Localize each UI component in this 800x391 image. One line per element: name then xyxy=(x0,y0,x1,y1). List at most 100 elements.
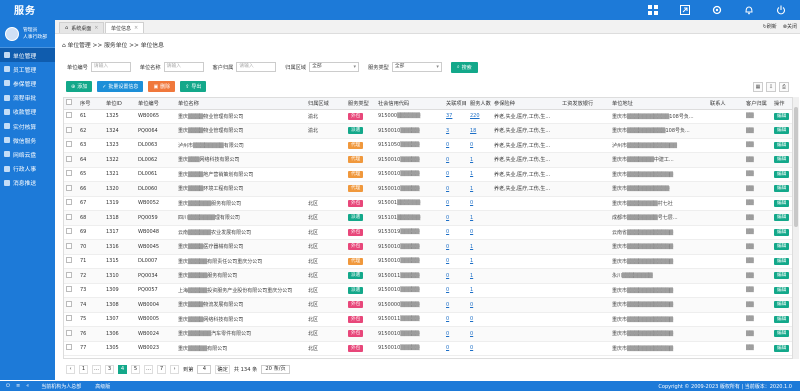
row-checkbox[interactable] xyxy=(66,213,72,220)
menu-icon[interactable]: ≡ xyxy=(16,383,20,389)
row-checkbox[interactable] xyxy=(66,329,72,336)
row-checkbox-cell[interactable] xyxy=(64,239,78,255)
next-page-button[interactable]: › xyxy=(170,364,179,374)
row-checkbox-cell[interactable] xyxy=(64,196,78,211)
table-row[interactable]: 75 1307 WB0005 重庆▒▒▒▒网络科技有限公司 北区 外包 9150011▒▒▒… xyxy=(64,312,792,327)
table-row[interactable]: 61 1325 WB0065 重庆▒▒▒▒物业管理有限公司 渝北 外包 915000▒▒▒▒… xyxy=(64,109,792,124)
row-checkbox[interactable] xyxy=(66,112,72,119)
linked-projects-link[interactable]: 0 xyxy=(446,229,449,235)
row-checkbox-cell[interactable] xyxy=(64,312,78,327)
page-button[interactable]: 1 xyxy=(79,364,88,374)
page-button-current[interactable]: 4 xyxy=(118,364,127,374)
service-count-link[interactable]: 1 xyxy=(470,244,473,250)
table-row[interactable]: 71 1315 DL0007 重庆▒▒▒▒▒有限责任公司重庆分公司 北区 代理 915001… xyxy=(64,254,792,269)
row-checkbox-cell[interactable] xyxy=(64,167,78,182)
close-icon[interactable]: × xyxy=(134,25,138,31)
avatar[interactable] xyxy=(5,26,19,41)
service-count-link[interactable]: 0 xyxy=(470,331,473,337)
linked-projects-link[interactable]: 37 xyxy=(446,113,452,119)
unit-code-input[interactable]: 请输入 xyxy=(90,62,131,72)
row-checkbox[interactable] xyxy=(66,344,72,351)
table-row[interactable]: 70 1316 WB0045 重庆▒▒▒▒医疗器械有限公司 北区 外包 9150010▒▒▒… xyxy=(64,239,792,255)
batch-settings-button[interactable]: ✓ 批量设置信息 xyxy=(97,81,144,92)
edit-button[interactable]: 编辑 xyxy=(774,330,790,338)
service-count-link[interactable]: 0 xyxy=(470,316,473,322)
table-row[interactable]: 62 1324 PQ0064 重庆▒▒▒▒物业管理有限公司 渝北 派遣 9150010▒▒▒… xyxy=(64,123,792,139)
service-count-link[interactable]: 1 xyxy=(470,215,473,221)
edit-button[interactable]: 编辑 xyxy=(774,127,790,135)
row-checkbox[interactable] xyxy=(66,184,72,191)
table-row[interactable]: 76 1306 WB0024 重庆▒▒▒▒▒▒汽车零件有限公司 北区 外包 9150010▒… xyxy=(64,326,792,342)
delete-button[interactable]: ▣ 删除 xyxy=(148,81,176,92)
edit-button[interactable]: 编辑 xyxy=(774,199,790,207)
table-row[interactable]: 77 1305 WB0023 重庆▒▒▒▒▒有限公司 北区 外包 9150010▒▒▒▒▒ 0… xyxy=(64,341,792,356)
service-count-link[interactable]: 1 xyxy=(470,258,473,264)
row-checkbox-cell[interactable] xyxy=(64,254,78,269)
row-checkbox-cell[interactable] xyxy=(64,152,78,168)
sidebar-item-hr[interactable]: 行政人事 xyxy=(0,162,55,176)
row-checkbox-cell[interactable] xyxy=(64,109,78,124)
page-button[interactable]: 5 xyxy=(131,364,140,374)
settings-icon[interactable] xyxy=(710,3,724,17)
service-count-link[interactable]: 0 xyxy=(470,200,473,206)
sidebar-item-accounting[interactable]: 实付核算 xyxy=(0,119,55,133)
sidebar-item-messages[interactable]: 消息推送 xyxy=(0,176,55,190)
add-button[interactable]: ⊕ 添加 xyxy=(66,81,93,92)
confirm-page-button[interactable]: 确定 xyxy=(215,364,230,374)
table-row[interactable]: 68 1318 PQ0059 四川▒▒▒▒▒▒▒理有限公司 北区 派遣 915101▒▒▒▒… xyxy=(64,210,792,226)
service-type-select[interactable]: 全部 xyxy=(391,62,442,72)
columns-icon[interactable]: ▦ xyxy=(753,82,763,92)
edit-button[interactable]: 编辑 xyxy=(774,272,790,280)
bell-icon[interactable] xyxy=(742,3,756,17)
linked-projects-link[interactable]: 0 xyxy=(446,345,449,351)
row-checkbox[interactable] xyxy=(66,300,72,307)
row-checkbox[interactable] xyxy=(66,126,72,133)
edit-button[interactable]: 编辑 xyxy=(774,156,790,164)
collapse-icon[interactable]: ⏻ xyxy=(6,383,10,389)
linked-projects-link[interactable]: 0 xyxy=(446,244,449,250)
linked-projects-link[interactable]: 0 xyxy=(446,273,449,279)
linked-projects-link[interactable]: 3 xyxy=(446,128,449,134)
table-row[interactable]: 74 1308 WB0004 重庆▒▒▒▒物流发展有限公司 北区 外包 9150000▒▒▒… xyxy=(64,297,792,313)
close-all-button[interactable]: ⊗关闭 xyxy=(783,23,797,30)
service-count-link[interactable]: 0 xyxy=(470,345,473,351)
power-icon[interactable] xyxy=(774,3,788,17)
print-icon[interactable]: ⎙ xyxy=(779,82,789,92)
service-count-link[interactable]: 1 xyxy=(470,287,473,293)
edit-button[interactable]: 编辑 xyxy=(774,170,790,178)
row-checkbox[interactable] xyxy=(66,141,72,148)
edit-button[interactable]: 编辑 xyxy=(774,315,790,323)
edit-button[interactable]: 编辑 xyxy=(774,243,790,251)
edit-button[interactable]: 编辑 xyxy=(774,141,790,149)
linked-projects-link[interactable]: 0 xyxy=(446,142,449,148)
edit-button[interactable]: 编辑 xyxy=(774,286,790,294)
table-row[interactable]: 64 1322 DL0062 重庆▒▒▒网络科技有限公司 代理 9150010▒▒▒▒▒ 0… xyxy=(64,152,792,168)
vertical-scrollbar[interactable] xyxy=(793,97,799,359)
table-row[interactable]: 66 1320 DL0060 重庆▒▒▒▒环境工程有限公司 代理 9150010▒▒▒▒▒… xyxy=(64,181,792,197)
service-count-link[interactable]: 1 xyxy=(470,186,473,192)
row-checkbox[interactable] xyxy=(66,155,72,162)
table-row[interactable]: 73 1309 PQ0057 上海▒▒▒▒▒投资服务产业股份有限公司重庆分公司 北区 派遣… xyxy=(64,283,792,298)
edit-button[interactable]: 编辑 xyxy=(774,257,790,265)
linked-projects-link[interactable]: 0 xyxy=(446,157,449,163)
grid-icon[interactable] xyxy=(646,3,660,17)
edit-button[interactable]: 编辑 xyxy=(774,301,790,309)
row-checkbox-cell[interactable] xyxy=(64,225,78,240)
linked-projects-link[interactable]: 0 xyxy=(446,186,449,192)
linked-projects-link[interactable]: 0 xyxy=(446,331,449,337)
sidebar-item-cloud-disk[interactable]: 网络云盘 xyxy=(0,147,55,161)
unit-name-input[interactable]: 请输入 xyxy=(163,62,204,72)
row-checkbox[interactable] xyxy=(66,228,72,235)
linked-projects-link[interactable]: 0 xyxy=(446,316,449,322)
fold-sidebar-icon[interactable]: « xyxy=(26,383,29,389)
edit-button[interactable]: 编辑 xyxy=(774,344,790,352)
header-checkbox-cell[interactable] xyxy=(64,98,78,110)
row-checkbox-cell[interactable] xyxy=(64,123,78,139)
linked-projects-link[interactable]: 0 xyxy=(446,200,449,206)
page-size-select[interactable]: 20 条/页 xyxy=(261,364,290,374)
linked-projects-link[interactable]: 0 xyxy=(446,215,449,221)
close-icon[interactable]: × xyxy=(94,25,98,31)
table-row[interactable]: 63 1323 DL0063 泸州市▒▒▒▒▒▒▒▒有限公司 代理 9151050▒▒▒▒… xyxy=(64,138,792,153)
customer-owner-input[interactable]: 请输入 xyxy=(236,62,277,72)
row-checkbox-cell[interactable] xyxy=(64,181,78,197)
